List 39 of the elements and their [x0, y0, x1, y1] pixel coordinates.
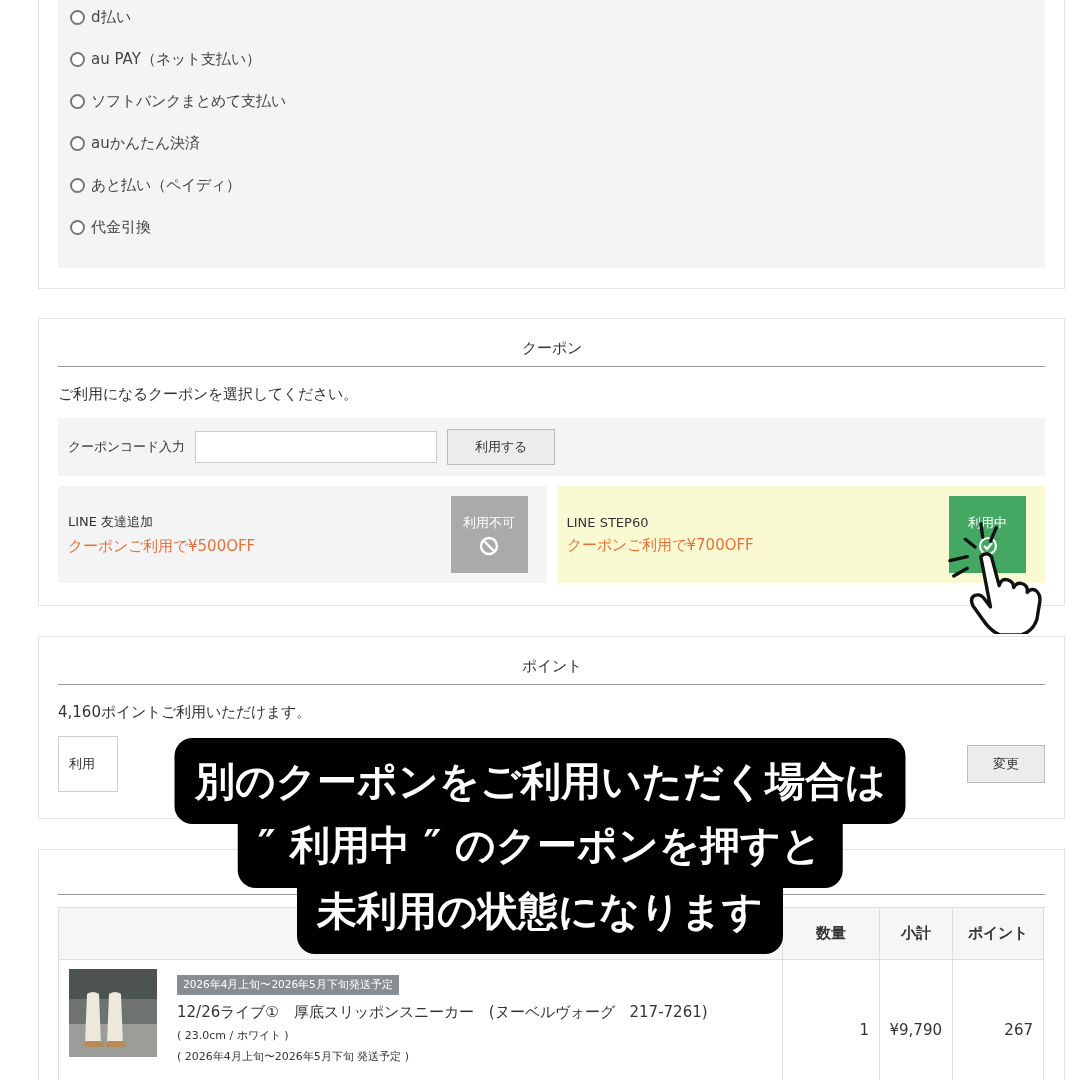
coupon-offer: クーポンご利用で¥700OFF [566, 535, 754, 555]
coupon-tile[interactable]: LINE 友達追加 クーポンご利用で¥500OFF 利用不可 [58, 486, 547, 583]
payment-option-label[interactable]: ソフトバンクまとめて支払い [91, 92, 286, 111]
radio-button[interactable] [70, 178, 85, 193]
product-name[interactable]: 12/26ライブ① 厚底スリッポンスニーカー (ヌーベルヴォーグ 217-7261) [177, 1003, 708, 1022]
radio-button[interactable] [70, 136, 85, 151]
coupon-code-field[interactable] [195, 431, 437, 463]
points-field[interactable]: 利用 [58, 736, 118, 792]
prohibited-icon [479, 535, 499, 556]
payment-option-label[interactable]: d払い [91, 8, 131, 27]
section-title: ポイント [58, 637, 1045, 685]
table-cell: 267 [953, 960, 1044, 1080]
column-header: 小計 [880, 908, 953, 960]
payment-option-label[interactable]: auかんたん決済 [91, 134, 200, 153]
coupon-name: LINE STEP60 [566, 514, 650, 530]
radio-button[interactable] [70, 52, 85, 67]
coupon-tile[interactable]: LINE STEP60 クーポンご利用で¥700OFF 利用中 [556, 486, 1045, 583]
section-title: クーポン [58, 319, 1045, 367]
table-cell: 1 [783, 960, 880, 1080]
coupon-offer: クーポンご利用で¥500OFF [68, 537, 256, 556]
shipping-schedule: ( 2026年4月上旬〜2026年5月下旬 発送予定 ) [177, 1049, 410, 1064]
column-header: ポイント [953, 908, 1044, 960]
payment-option-label[interactable]: あと払い（ペイディ） [91, 176, 241, 195]
coupon-name: LINE 友達追加 [68, 513, 155, 531]
check-icon [977, 535, 998, 556]
change-button[interactable]: 変更 [967, 745, 1045, 783]
coupon-instruction: ご利用になるクーポンを選択してください。 [58, 384, 359, 405]
radio-button[interactable] [70, 10, 85, 25]
payment-option-label[interactable]: 代金引換 [91, 218, 151, 237]
radio-button[interactable] [70, 220, 85, 235]
apply-button[interactable]: 利用する [447, 429, 555, 465]
column-header: 数量 [783, 908, 880, 960]
product-options: ( 23.0cm / ホワイト ) [177, 1028, 289, 1043]
radio-button[interactable] [70, 94, 85, 109]
coupon-code-label: クーポンコード入力 [68, 438, 185, 456]
shipping-badge: 2026年4月上旬〜2026年5月下旬発送予定 [177, 975, 399, 995]
payment-option-label[interactable]: au PAY（ネット支払い） [91, 50, 261, 69]
points-available: 4,160ポイントご利用いただけます。 [58, 702, 312, 723]
table-cell: ¥9,790 [880, 960, 953, 1080]
